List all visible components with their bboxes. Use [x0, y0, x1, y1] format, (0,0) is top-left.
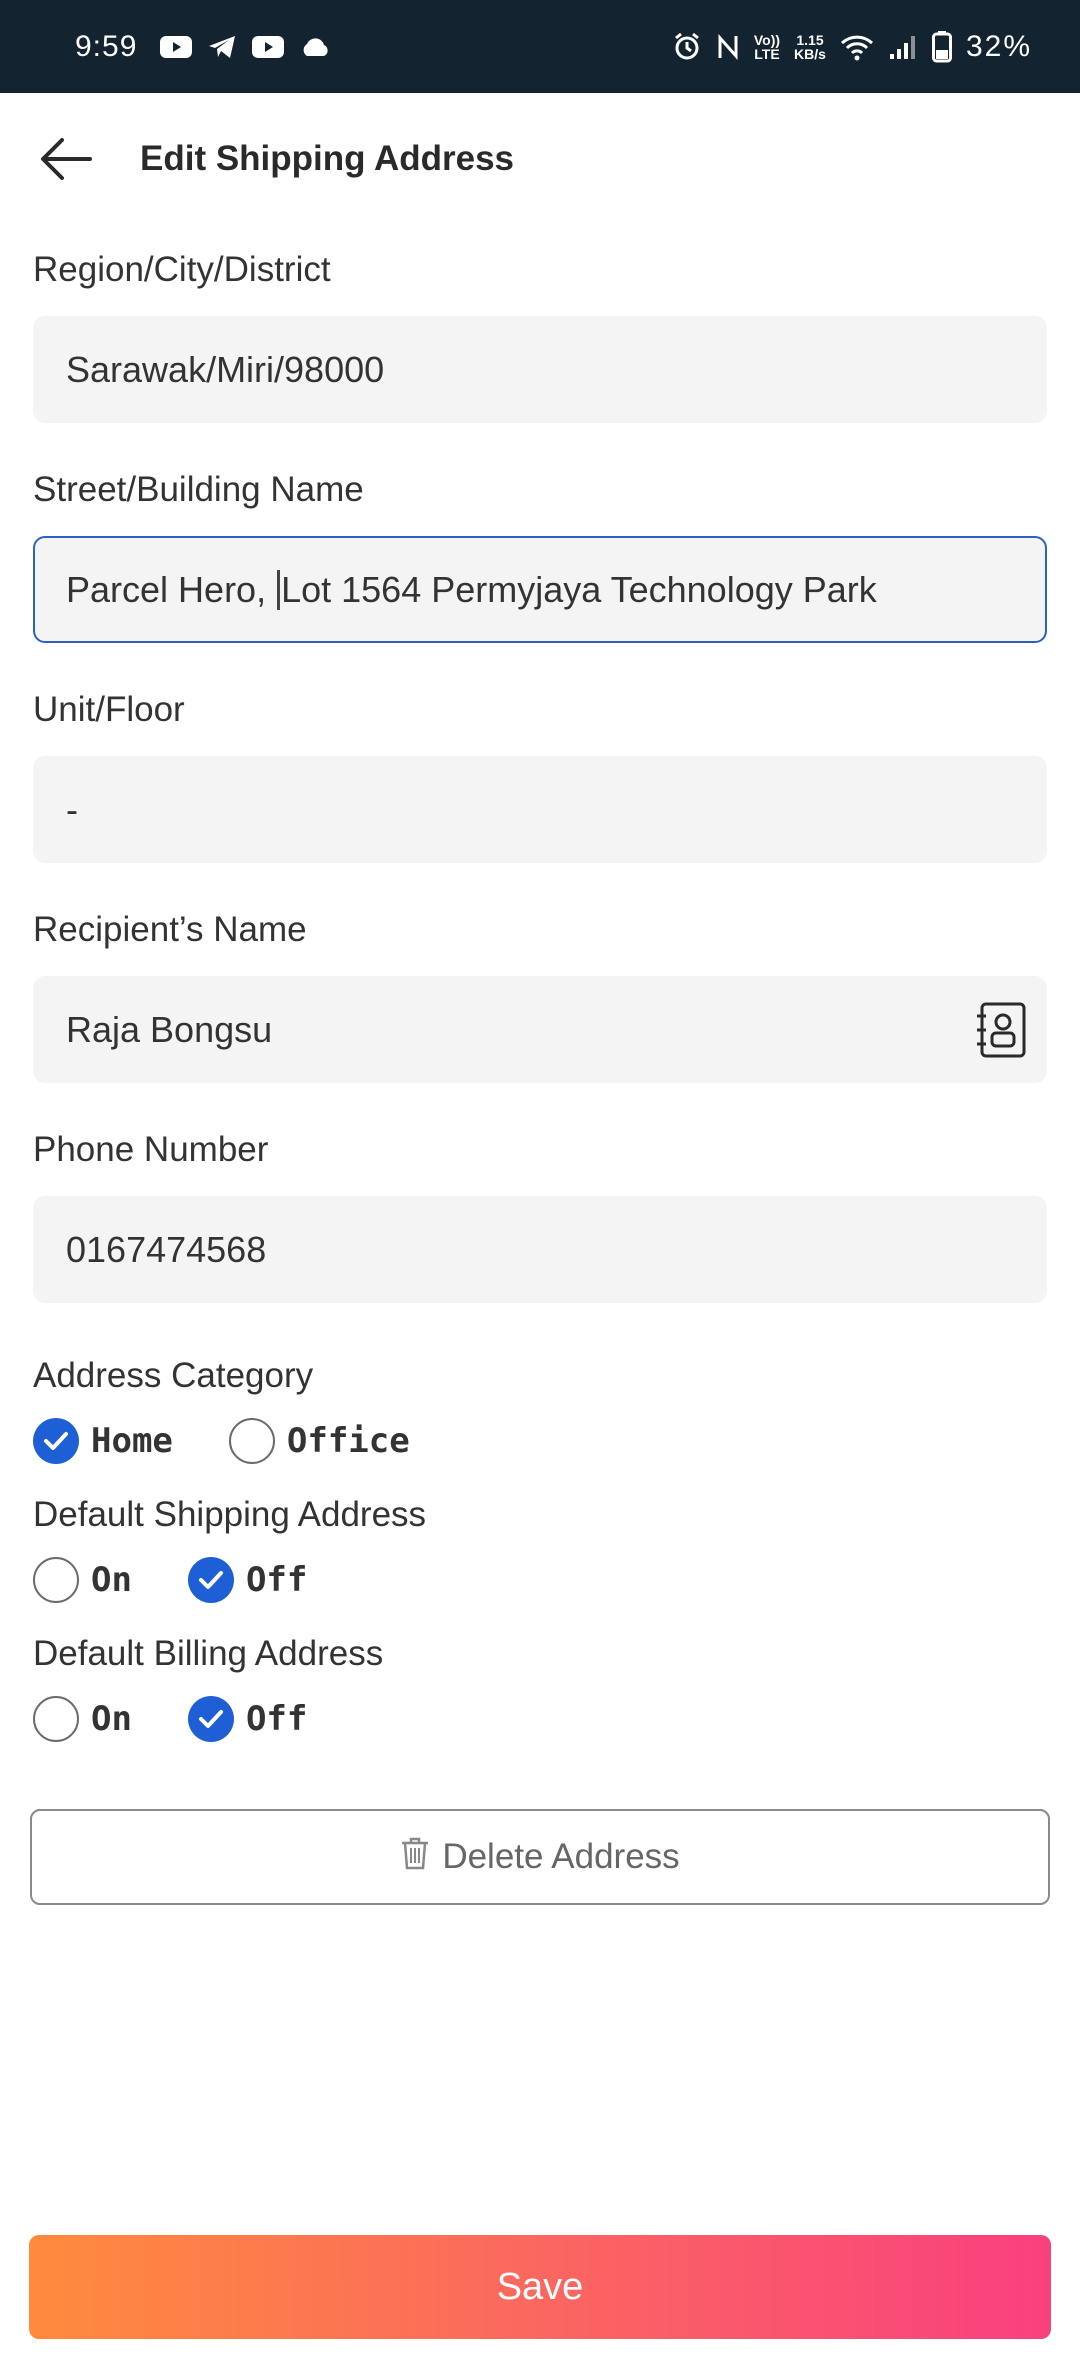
recipient-input[interactable]: Raja Bongsu — [33, 976, 1047, 1083]
unit-value: - — [66, 788, 78, 830]
network-speed: 1.15 KB/s — [794, 33, 826, 61]
street-label: Street/Building Name — [33, 470, 364, 509]
recipient-label: Recipient’s Name — [33, 910, 307, 949]
address-category-options: Home Office — [33, 1416, 466, 1466]
app-bar: Edit Shipping Address — [0, 93, 1080, 225]
region-value: Sarawak/Miri/98000 — [66, 348, 385, 390]
status-bar-left: 9:59 — [75, 30, 331, 64]
checked-radio-icon[interactable] — [33, 1418, 79, 1464]
region-label: Region/City/District — [33, 250, 331, 289]
shipping-option-on-label: On — [91, 1560, 132, 1600]
unit-input[interactable]: - — [33, 756, 1047, 863]
trash-icon — [400, 1836, 430, 1879]
street-value-before-caret: Parcel Hero, — [66, 568, 277, 610]
signal-icon — [888, 34, 918, 60]
unchecked-radio-icon[interactable] — [33, 1557, 79, 1603]
save-button[interactable]: Save — [29, 2235, 1051, 2339]
shipping-option-off[interactable]: Off — [187, 1557, 308, 1603]
unit-label: Unit/Floor — [33, 690, 185, 729]
option-home-label: Home — [91, 1421, 173, 1461]
option-office[interactable]: Office — [228, 1418, 410, 1464]
billing-option-on-label: On — [91, 1699, 132, 1739]
unchecked-radio-icon[interactable] — [228, 1418, 275, 1464]
wifi-icon — [840, 33, 874, 61]
youtube-icon — [251, 34, 285, 60]
speed-unit: KB/s — [794, 45, 826, 62]
page-title: Edit Shipping Address — [140, 139, 514, 178]
cloud-icon — [299, 36, 331, 58]
billing-option-off[interactable]: Off — [187, 1696, 308, 1742]
contact-book-icon[interactable] — [975, 1002, 1027, 1058]
default-billing-label: Default Billing Address — [33, 1634, 384, 1673]
delete-address-label: Delete Address — [442, 1837, 680, 1876]
unchecked-radio-icon[interactable] — [33, 1696, 79, 1742]
back-button[interactable] — [36, 129, 96, 189]
phone-label: Phone Number — [33, 1130, 269, 1169]
street-value-after-caret: Lot 1564 Permyjaya Technology Park — [281, 568, 877, 610]
default-shipping-label: Default Shipping Address — [33, 1495, 427, 1534]
region-field[interactable]: Sarawak/Miri/98000 — [33, 316, 1047, 423]
checked-radio-icon[interactable] — [187, 1557, 234, 1603]
option-office-label: Office — [286, 1421, 410, 1461]
volte-icon: Vo)) LTE — [754, 33, 780, 61]
phone-input[interactable]: 0167474568 — [33, 1196, 1047, 1303]
phone-value: 0167474568 — [66, 1228, 267, 1270]
status-bar-right: Vo)) LTE 1.15 KB/s 32% — [672, 30, 1032, 64]
billing-option-off-label: Off — [245, 1699, 308, 1739]
save-label: Save — [496, 2265, 584, 2308]
street-input[interactable]: Parcel Hero, Lot 1564 Permyjaya Technolo… — [33, 536, 1047, 643]
battery-percent: 32% — [965, 29, 1032, 63]
billing-option-on[interactable]: On — [33, 1696, 132, 1742]
battery-icon — [931, 30, 952, 63]
nfc-icon — [716, 32, 740, 62]
text-caret — [277, 569, 281, 610]
default-shipping-options: On Off — [33, 1555, 363, 1605]
alarm-icon — [672, 32, 702, 62]
telegram-icon — [207, 34, 237, 60]
shipping-option-on[interactable]: On — [33, 1557, 132, 1603]
status-bar: 9:59 Vo)) LTE 1.15 KB/s 32% — [0, 0, 1080, 93]
delete-address-button[interactable]: Delete Address — [30, 1809, 1050, 1905]
youtube-icon — [159, 34, 193, 60]
volte-bottom-text: LTE — [754, 45, 780, 62]
address-category-label: Address Category — [33, 1356, 314, 1395]
shipping-option-off-label: Off — [245, 1560, 308, 1600]
recipient-value: Raja Bongsu — [66, 1008, 273, 1050]
status-time: 9:59 — [75, 29, 138, 63]
option-home[interactable]: Home — [33, 1418, 173, 1464]
arrow-left-icon — [41, 138, 92, 180]
default-billing-options: On Off — [33, 1694, 363, 1744]
checked-radio-icon[interactable] — [187, 1696, 234, 1742]
